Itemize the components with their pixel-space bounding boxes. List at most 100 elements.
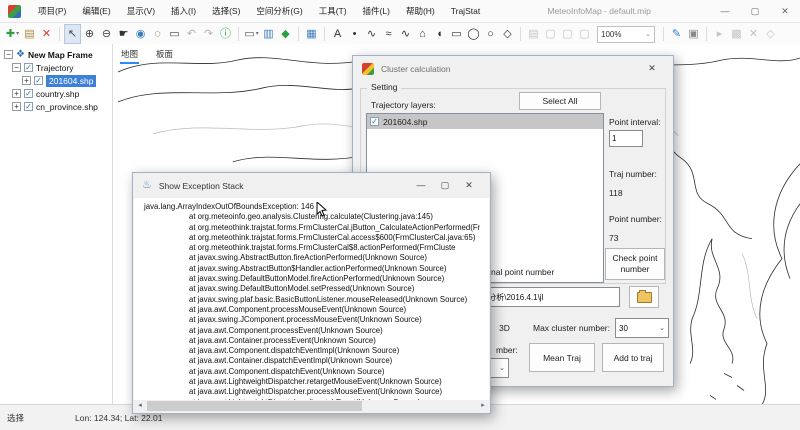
stack-line: at org.meteothink.trajstat.forms.FrmClus…	[144, 233, 489, 243]
undo-button[interactable]: ↶	[184, 25, 199, 43]
text-draw-button[interactable]: A	[330, 25, 345, 43]
exception-close-button[interactable]: ✕	[457, 180, 481, 191]
rectangle-draw-button[interactable]: ▭	[449, 25, 464, 43]
tree-item-map-frame[interactable]: ❖ New Map Frame	[0, 48, 112, 61]
maximize-button[interactable]: ▢	[740, 0, 770, 22]
polygon-draw-button[interactable]: ◇	[500, 25, 515, 43]
export-map-button[interactable]: ▢	[543, 25, 558, 43]
zoom-to-layer-button[interactable]: ◌	[150, 25, 165, 43]
exception-maximize-button[interactable]: ▢	[433, 180, 457, 191]
exception-dialog-titlebar[interactable]: ♨ Show Exception Stack — ▢ ✕	[133, 173, 490, 198]
report-button[interactable]: ▤	[526, 25, 541, 43]
freehand-draw-button[interactable]: ≈	[381, 25, 396, 43]
edit-delete-button[interactable]: ✕	[746, 25, 761, 43]
pentagon-draw-button[interactable]: ⌂	[415, 25, 430, 43]
pan-tool-button[interactable]: ☛	[116, 25, 131, 43]
zoom-in-tool-button[interactable]: ⊕	[82, 25, 97, 43]
refresh-map-button[interactable]: ▢	[577, 25, 592, 43]
tree-item-label: New Map Frame	[28, 50, 93, 60]
zoom-out-tool-button[interactable]: ⊖	[99, 25, 114, 43]
menu-edit[interactable]: 编辑(E)	[74, 0, 118, 22]
check-point-number-button[interactable]: Check point number	[605, 248, 665, 280]
edit-move-button[interactable]: ▸	[712, 25, 727, 43]
select-features-button[interactable]: ▭▾	[244, 25, 259, 43]
measure-button[interactable]: ▥	[261, 25, 276, 43]
add-layer-button[interactable]: ✚▾	[5, 25, 20, 43]
cluster-close-button[interactable]: ✕	[640, 63, 664, 74]
tree-item-trajectory[interactable]: Trajectory	[0, 61, 112, 74]
scroll-left-icon[interactable]: ◂	[134, 400, 146, 412]
label-button[interactable]: ◆	[278, 25, 293, 43]
add-to-traj-button[interactable]: Add to traj	[602, 343, 664, 372]
minimize-button[interactable]: —	[710, 0, 740, 22]
layer-item-checkbox[interactable]	[370, 117, 379, 126]
menu-selection[interactable]: 选择(S)	[204, 0, 248, 22]
tree-item-201604[interactable]: 201604.shp	[0, 74, 112, 87]
max-cluster-number-select[interactable]: 30 ⌄	[615, 318, 669, 338]
menu-trajstat[interactable]: TrajStat	[443, 0, 488, 22]
toolbar-separator	[706, 27, 707, 41]
collapse-icon[interactable]	[4, 50, 13, 59]
traj-number-label: Traj number:	[609, 169, 657, 179]
menu-geoprocessing[interactable]: 空间分析(G)	[248, 0, 310, 22]
open-project-button[interactable]: ▤	[22, 25, 37, 43]
zoom-level-select[interactable]: 100%⌄	[597, 26, 655, 43]
tab-map[interactable]: 地图	[120, 45, 139, 64]
menu-plugins[interactable]: 插件(L)	[355, 0, 398, 22]
tree-item-label-selected: 201604.shp	[46, 75, 96, 87]
point-draw-button[interactable]: •	[347, 25, 362, 43]
collapse-icon[interactable]	[12, 63, 21, 72]
stack-line: at javax.swing.AbstractButton$Handler.ac…	[144, 264, 489, 274]
stack-line: at javax.swing.plaf.basic.BasicButtonLis…	[144, 295, 489, 305]
edit-start-button[interactable]: ✎	[669, 25, 684, 43]
edit-save-button[interactable]: ▣	[686, 25, 701, 43]
menu-help[interactable]: 帮助(H)	[398, 0, 443, 22]
toolbar-separator	[663, 27, 664, 41]
menu-view[interactable]: 显示(V)	[119, 0, 163, 22]
scrollbar-thumb[interactable]	[147, 401, 362, 411]
select-tool-button[interactable]: ↖	[65, 25, 80, 43]
menu-tools[interactable]: 工具(T)	[311, 0, 355, 22]
layer-checkbox[interactable]	[24, 63, 33, 72]
redo-button[interactable]: ↷	[201, 25, 216, 43]
browse-folder-button[interactable]	[629, 286, 659, 308]
circle-draw-button[interactable]: ◯	[466, 25, 481, 43]
layer-checkbox[interactable]	[24, 102, 33, 111]
scroll-right-icon[interactable]: ▸	[477, 400, 489, 412]
tree-item-country[interactable]: country.shp	[0, 87, 112, 100]
layer-checkbox[interactable]	[34, 76, 43, 85]
curve-draw-button[interactable]: ∿	[398, 25, 413, 43]
layer-list-item[interactable]: 201604.shp	[367, 114, 603, 129]
map-image-button[interactable]: ▦	[304, 25, 319, 43]
blob-draw-button[interactable]: ◖	[432, 25, 447, 43]
tab-layout[interactable]: 板面	[155, 45, 174, 64]
exception-minimize-button[interactable]: —	[409, 180, 433, 191]
tree-item-cn-province[interactable]: cn_province.shp	[0, 100, 112, 113]
horizontal-scrollbar[interactable]: ◂ ▸	[134, 400, 489, 412]
full-extent-button[interactable]: ◉	[133, 25, 148, 43]
view-tabs: 地图 板面	[120, 45, 174, 64]
close-button[interactable]: ✕	[770, 0, 800, 22]
expand-icon[interactable]	[22, 76, 31, 85]
ellipse-draw-button[interactable]: ○	[483, 25, 498, 43]
cluster-dialog-titlebar[interactable]: Cluster calculation ✕	[353, 56, 673, 81]
edit-transform-button[interactable]: ▩	[729, 25, 744, 43]
edit-reshape-button[interactable]: ◇	[763, 25, 778, 43]
identify-button[interactable]: ⓘ	[218, 25, 233, 43]
select-all-button[interactable]: Select All	[519, 92, 601, 110]
zoom-rectangle-button[interactable]: ▭	[167, 25, 182, 43]
remove-layer-button[interactable]: ✕	[39, 25, 54, 43]
expand-icon[interactable]	[12, 89, 21, 98]
menu-insert[interactable]: 插入(I)	[163, 0, 204, 22]
java-app-icon: ♨	[142, 180, 152, 191]
mouse-cursor	[316, 202, 328, 218]
copy-map-button[interactable]: ▢	[560, 25, 575, 43]
expand-icon[interactable]	[12, 102, 21, 111]
menu-project[interactable]: 项目(P)	[30, 0, 74, 22]
stack-trace[interactable]: java.lang.ArrayIndexOutOfBoundsException…	[134, 198, 489, 400]
point-interval-input[interactable]: 1	[609, 130, 643, 147]
layer-checkbox[interactable]	[24, 89, 33, 98]
polyline-draw-button[interactable]: ∿	[364, 25, 379, 43]
mean-traj-button[interactable]: Mean Traj	[529, 343, 595, 372]
point-number-label: Point number:	[609, 214, 662, 224]
